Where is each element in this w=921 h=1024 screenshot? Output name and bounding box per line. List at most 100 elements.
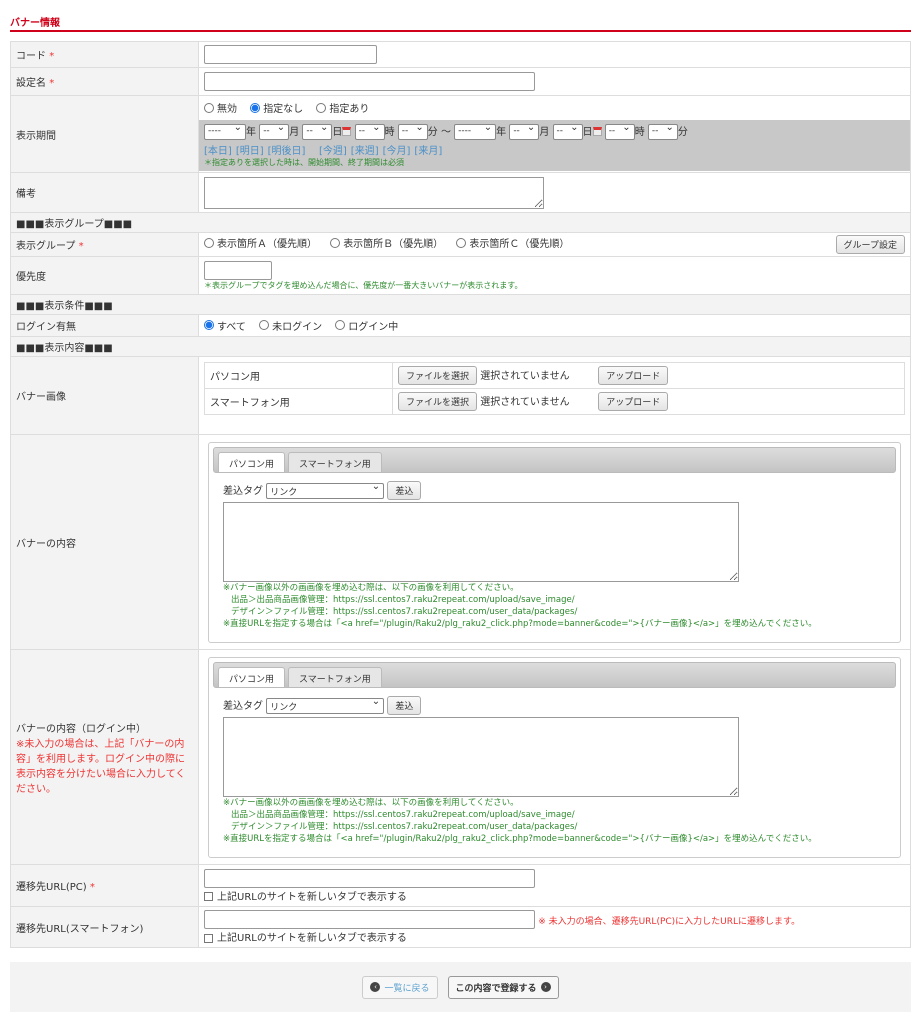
required-mark: * (89, 882, 95, 893)
required-mark: * (78, 241, 84, 252)
login-radio-logged-in[interactable]: ログイン中 (335, 318, 398, 333)
login-label: ログイン有無 (10, 314, 199, 337)
content-label: バナーの内容 (10, 434, 199, 650)
group-settings-button[interactable]: グループ設定 (835, 235, 905, 254)
priority-input[interactable] (204, 260, 272, 280)
group-radio-b[interactable]: 表示箇所Ｂ（優先順） (330, 235, 443, 250)
tag-select[interactable]: リンク (266, 696, 385, 714)
calendar-icon[interactable] (592, 127, 602, 136)
title-underline (10, 30, 911, 32)
note-line: ※直接URLを指定する場合は「<a href="/plugin/Raku2/pl… (223, 833, 817, 844)
link-this-week[interactable]: [今週] (319, 146, 347, 157)
group-radio-c[interactable]: 表示箇所Ｃ（優先順） (456, 235, 569, 250)
login-radio-all[interactable]: すべて (204, 318, 246, 333)
start-month-select[interactable]: -- (259, 122, 290, 140)
login-radio-logged-out[interactable]: 未ログイン (259, 318, 322, 333)
tab-smartphone[interactable]: スマートフォン用 (288, 451, 382, 472)
insert-button[interactable]: 差込 (387, 480, 422, 500)
tag-label: 差込タグ (223, 485, 263, 497)
file-select-pc-button[interactable]: ファイルを選択 (398, 366, 478, 385)
note-line: 出品＞出品商品画像管理：https://ssl.centos7.raku2rep… (231, 809, 575, 820)
content-editor: パソコン用スマートフォン用 差込タグ リンク 差込 ※バナー画像以外の画画像を埋… (208, 441, 901, 643)
file-select-sp-button[interactable]: ファイルを選択 (398, 392, 478, 411)
start-minute-select[interactable]: -- (397, 122, 428, 140)
note-line: デザイン＞ファイル管理：https://ssl.centos7.raku2rep… (231, 821, 578, 832)
period-range: ----年 --月 --日 --時 --分 ～ ----年 --月 --日 --… (199, 119, 910, 171)
content-textarea[interactable] (223, 501, 739, 582)
newtab-pc-label: 上記URLのサイトを新しいタブで表示する (217, 891, 407, 903)
newtab-sp-label: 上記URLのサイトを新しいタブで表示する (217, 933, 407, 944)
submit-button[interactable]: この内容で登録する › (447, 975, 559, 999)
memo-textarea[interactable] (204, 176, 544, 209)
end-day-select[interactable]: -- (552, 122, 583, 140)
end-minute-select[interactable]: -- (647, 122, 678, 140)
end-hour-select[interactable]: -- (604, 122, 635, 140)
chevron-right-icon: › (540, 982, 551, 992)
start-year-select[interactable]: ---- (204, 122, 246, 140)
link-day-after[interactable]: [明後日] (268, 146, 306, 157)
url-pc-label: 遷移先URL(PC) (16, 882, 87, 893)
tab-pc[interactable]: パソコン用 (218, 666, 286, 687)
url-sp-label: 遷移先URL(スマートフォン) (10, 906, 199, 948)
section-display-content: ■■■表示内容■■■ (10, 336, 911, 357)
end-month-select[interactable]: -- (509, 122, 540, 140)
url-sp-note: ※ 未入力の場合、遷移先URL(PC)に入力したURLに遷移します。 (538, 917, 801, 927)
banner-form: コード * 設定名 * 表示期間 無効 指定なし 指定あり ----年 --月 … (10, 41, 911, 948)
name-label: 設定名 (16, 78, 46, 89)
content-login-editor: パソコン用スマートフォン用 差込タグ リンク 差込 ※バナー画像以外の画画像を埋… (208, 656, 901, 858)
link-today[interactable]: [本日] (204, 146, 232, 157)
no-file-text: 選択されていません (480, 397, 570, 408)
insert-button[interactable]: 差込 (387, 695, 422, 715)
note-line: ※バナー画像以外の画画像を埋め込む際は、以下の画像を利用してください。 (223, 797, 519, 808)
image-pc-label: パソコン用 (204, 362, 393, 389)
upload-pc-button[interactable]: アップロード (598, 366, 669, 385)
link-next-week[interactable]: [来週] (351, 146, 379, 157)
note-line: デザイン＞ファイル管理：https://ssl.centos7.raku2rep… (231, 606, 578, 617)
tab-pc[interactable]: パソコン用 (218, 451, 286, 472)
image-sp-label: スマートフォン用 (204, 388, 393, 415)
note-line: 出品＞出品商品画像管理：https://ssl.centos7.raku2rep… (231, 594, 575, 605)
content-login-note: ※未入力の場合は、上記「バナーの内容」を利用します。ログイン中の際に表示内容を分… (16, 738, 186, 795)
start-day-select[interactable]: -- (302, 122, 333, 140)
period-label: 表示期間 (10, 95, 199, 173)
tag-label: 差込タグ (223, 700, 263, 712)
image-label: バナー画像 (10, 356, 199, 435)
end-year-select[interactable]: ---- (454, 122, 497, 140)
link-this-month[interactable]: [今月] (383, 146, 411, 157)
start-hour-select[interactable]: -- (354, 122, 385, 140)
newtab-sp-checkbox[interactable] (204, 933, 213, 943)
code-label: コード (16, 51, 46, 62)
calendar-icon[interactable] (342, 127, 352, 136)
upload-sp-button[interactable]: アップロード (598, 392, 669, 411)
memo-label: 備考 (10, 172, 199, 213)
url-pc-input[interactable] (204, 868, 535, 888)
content-login-label: バナーの内容（ログイン中） (16, 723, 146, 735)
period-radio-specified[interactable]: 指定あり (316, 100, 369, 115)
link-tomorrow[interactable]: [明日] (236, 146, 264, 157)
page-title: バナー情報 (10, 18, 60, 29)
priority-note: ＊表示グループでタグを埋め込んだ場合に、優先度が一番大きいバナーが表示されます。 (204, 280, 523, 290)
code-input[interactable] (204, 45, 377, 64)
image-upload-table: パソコン用 ファイルを選択 選択されていません アップロード スマートフォン用 … (204, 362, 905, 415)
tab-smartphone[interactable]: スマートフォン用 (288, 666, 382, 687)
priority-label: 優先度 (10, 256, 199, 295)
newtab-pc-checkbox[interactable] (204, 892, 213, 901)
link-next-month[interactable]: [来月] (414, 146, 442, 157)
name-input[interactable] (204, 72, 535, 91)
required-mark: * (49, 51, 55, 62)
period-radio-none[interactable]: 指定なし (250, 100, 303, 115)
section-display-condition: ■■■表示条件■■■ (10, 294, 911, 315)
tag-select[interactable]: リンク (266, 481, 385, 499)
period-note: ＊指定ありを選択した時は、開始期間、終了期間は必須 (204, 157, 404, 167)
url-sp-input[interactable] (204, 910, 535, 929)
group-label: 表示グループ (16, 241, 76, 252)
group-radio-a[interactable]: 表示箇所Ａ（優先順） (204, 235, 317, 250)
content-login-textarea[interactable] (223, 716, 739, 797)
section-display-group: ■■■表示グループ■■■ (10, 212, 911, 233)
no-file-text: 選択されていません (480, 371, 570, 382)
back-button[interactable]: ‹ 一覧に戻る (362, 975, 438, 999)
period-radio-disabled[interactable]: 無効 (204, 100, 237, 115)
form-footer: ‹ 一覧に戻る この内容で登録する › (10, 962, 911, 1012)
note-line: ※バナー画像以外の画画像を埋め込む際は、以下の画像を利用してください。 (223, 582, 519, 593)
note-line: ※直接URLを指定する場合は「<a href="/plugin/Raku2/pl… (223, 618, 817, 629)
